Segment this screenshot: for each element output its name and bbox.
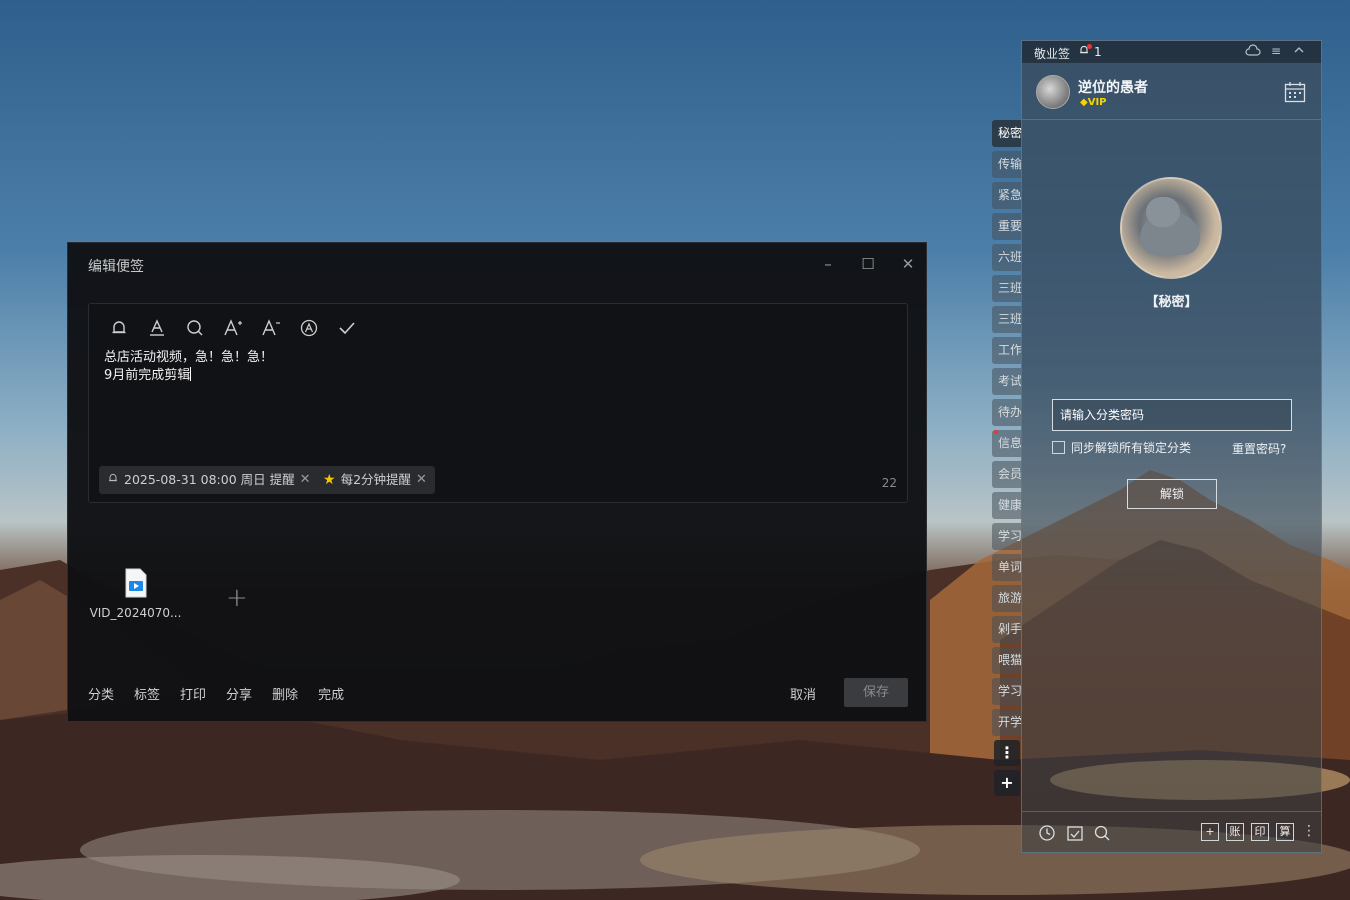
search-icon[interactable] xyxy=(185,318,205,338)
complete-button[interactable]: 完成 xyxy=(318,684,344,703)
cloud-sync-icon[interactable] xyxy=(1245,44,1261,60)
user-name: 逆位的愚者 xyxy=(1078,80,1148,96)
vip-badge: ◆VIP xyxy=(1080,97,1107,108)
avatar[interactable] xyxy=(1036,75,1070,109)
add-attachment-icon[interactable]: + xyxy=(226,583,248,613)
note-line-2-text: 9月前完成剪辑 xyxy=(104,368,191,383)
collapse-icon[interactable] xyxy=(1291,44,1307,60)
tab-category[interactable]: 信息 xyxy=(992,430,1022,457)
editor-titlebar: 编辑便签 – ☐ ✕ xyxy=(68,243,926,285)
reminder-text: 2025-08-31 08:00 周日 提醒 xyxy=(124,472,295,487)
cat-head xyxy=(1146,197,1180,227)
close-button[interactable]: ✕ xyxy=(897,253,919,275)
delete-button[interactable]: 删除 xyxy=(272,684,298,703)
attachment-name: VID_2024070... xyxy=(89,606,182,620)
tag-button[interactable]: 标签 xyxy=(134,684,160,703)
save-button[interactable]: 保存 xyxy=(844,678,908,707)
share-button[interactable]: 分享 xyxy=(226,684,252,703)
text-cursor xyxy=(190,367,192,381)
tab-category[interactable]: 旅游 xyxy=(992,585,1022,612)
tab-category[interactable]: 秘密 xyxy=(992,120,1022,147)
edit-note-window: 编辑便签 – ☐ ✕ 总店活动视频，急！急！急！ 9月前完成剪辑 2025-08… xyxy=(67,242,927,722)
repeat-reminder-chip[interactable]: ★ 每2分钟提醒 ✕ xyxy=(315,466,435,494)
char-count: 22 xyxy=(881,476,897,490)
auto-format-icon[interactable] xyxy=(299,318,319,338)
reset-password-link[interactable]: 重置密码? xyxy=(1232,440,1286,457)
star-icon: ★ xyxy=(323,472,336,488)
cancel-button[interactable]: 取消 xyxy=(790,684,816,703)
print-button[interactable]: 打印 xyxy=(180,684,206,703)
unlock-button[interactable]: 解锁 xyxy=(1127,479,1217,509)
tab-category[interactable]: 六班 xyxy=(992,244,1022,271)
note-editor-area[interactable]: 总店活动视频，急！急！急！ 9月前完成剪辑 2025-08-31 08:00 周… xyxy=(88,303,908,503)
note-line-1: 总店活动视频，急！急！急！ xyxy=(104,350,274,365)
header-divider xyxy=(1022,119,1321,120)
editor-title: 编辑便签 xyxy=(88,259,144,275)
tab-category[interactable]: 考试 xyxy=(992,368,1022,395)
calculator-icon[interactable]: 算 xyxy=(1276,823,1294,841)
notification-dot xyxy=(1087,44,1092,49)
tab-category[interactable]: 重要 xyxy=(992,213,1022,240)
tab-category[interactable]: 三班 xyxy=(992,306,1022,333)
sync-unlock-checkbox[interactable] xyxy=(1052,441,1065,454)
tab-category[interactable]: 会员 xyxy=(992,461,1022,488)
tab-category[interactable]: 紧急 xyxy=(992,182,1022,209)
tab-category[interactable]: 剁手 xyxy=(992,616,1022,643)
sync-unlock-option[interactable]: 同步解锁所有锁定分类 xyxy=(1052,439,1191,456)
tab-category[interactable]: 单词 xyxy=(992,554,1022,581)
category-tab-strip: 秘密 传输 紧急 重要 六班 三班 三班 工作 考试 待办 信息 会员 健康 学… xyxy=(992,120,1022,796)
repeat-reminder-text: 每2分钟提醒 xyxy=(340,472,412,487)
calendar-icon[interactable] xyxy=(1284,81,1306,103)
font-increase-icon[interactable] xyxy=(223,318,243,338)
check-icon[interactable] xyxy=(337,318,357,338)
panel-search-icon[interactable] xyxy=(1093,824,1111,842)
text-color-icon[interactable] xyxy=(147,318,167,338)
reminder-bell-icon xyxy=(107,466,119,494)
tab-category[interactable]: 开学 xyxy=(992,709,1022,736)
ledger-icon[interactable]: 账 xyxy=(1226,823,1244,841)
reminder-chip[interactable]: 2025-08-31 08:00 周日 提醒 ✕ xyxy=(99,466,319,494)
tab-category[interactable]: 传输 xyxy=(992,151,1022,178)
more-tabs-icon[interactable]: ⋮ xyxy=(994,740,1020,766)
category-avatar xyxy=(1120,177,1222,279)
minimize-button[interactable]: – xyxy=(817,253,839,275)
attachment-item[interactable]: VID_2024070... xyxy=(88,568,183,620)
tab-category[interactable]: 三班 xyxy=(992,275,1022,302)
category-label: 【秘密】 xyxy=(1145,295,1198,310)
task-check-icon[interactable] xyxy=(1066,824,1084,842)
bell-icon[interactable] xyxy=(109,318,129,338)
font-decrease-icon[interactable] xyxy=(261,318,281,338)
note-line-2: 9月前完成剪辑 xyxy=(104,367,273,385)
app-name: 敬业签 xyxy=(1034,47,1071,61)
video-file-icon xyxy=(125,568,146,598)
tab-category[interactable]: 喂猫 xyxy=(992,647,1022,674)
maximize-button[interactable]: ☐ xyxy=(857,253,879,275)
sync-unlock-label: 同步解锁所有锁定分类 xyxy=(1071,441,1192,455)
clock-icon[interactable] xyxy=(1038,824,1056,842)
notification-count: 1 xyxy=(1094,45,1102,59)
more-options-icon[interactable]: ⋮ xyxy=(1302,823,1316,839)
unread-dot xyxy=(994,430,998,434)
format-toolbar xyxy=(109,318,357,338)
tab-category[interactable]: 学习 xyxy=(992,678,1022,705)
remove-repeat-icon[interactable]: ✕ xyxy=(416,466,427,494)
add-note-icon[interactable]: + xyxy=(1201,823,1219,841)
tab-category[interactable]: 学习 xyxy=(992,523,1022,550)
notes-panel: 敬业签 1 ≡ 逆位的愚者 ◆VIP 【秘密】 请输入分类密码 同步解锁所有锁定… xyxy=(1021,40,1322,853)
footer-divider xyxy=(1022,811,1321,812)
menu-icon[interactable]: ≡ xyxy=(1268,44,1284,60)
panel-titlebar: 敬业签 1 ≡ xyxy=(1022,41,1321,63)
print-icon[interactable]: 印 xyxy=(1251,823,1269,841)
add-category-icon[interactable]: + xyxy=(994,770,1020,796)
category-password-input[interactable]: 请输入分类密码 xyxy=(1052,399,1292,431)
remove-reminder-icon[interactable]: ✕ xyxy=(300,466,311,494)
tab-category[interactable]: 健康 xyxy=(992,492,1022,519)
vip-label: VIP xyxy=(1087,97,1107,108)
category-button[interactable]: 分类 xyxy=(88,684,114,703)
tab-category[interactable]: 工作 xyxy=(992,337,1022,364)
note-content[interactable]: 总店活动视频，急！急！急！ 9月前完成剪辑 xyxy=(104,349,273,385)
editor-action-bar: 分类 标签 打印 分享 删除 完成 xyxy=(88,684,344,703)
tab-category[interactable]: 待办 xyxy=(992,399,1022,426)
diamond-icon: ◆ xyxy=(1080,97,1088,108)
